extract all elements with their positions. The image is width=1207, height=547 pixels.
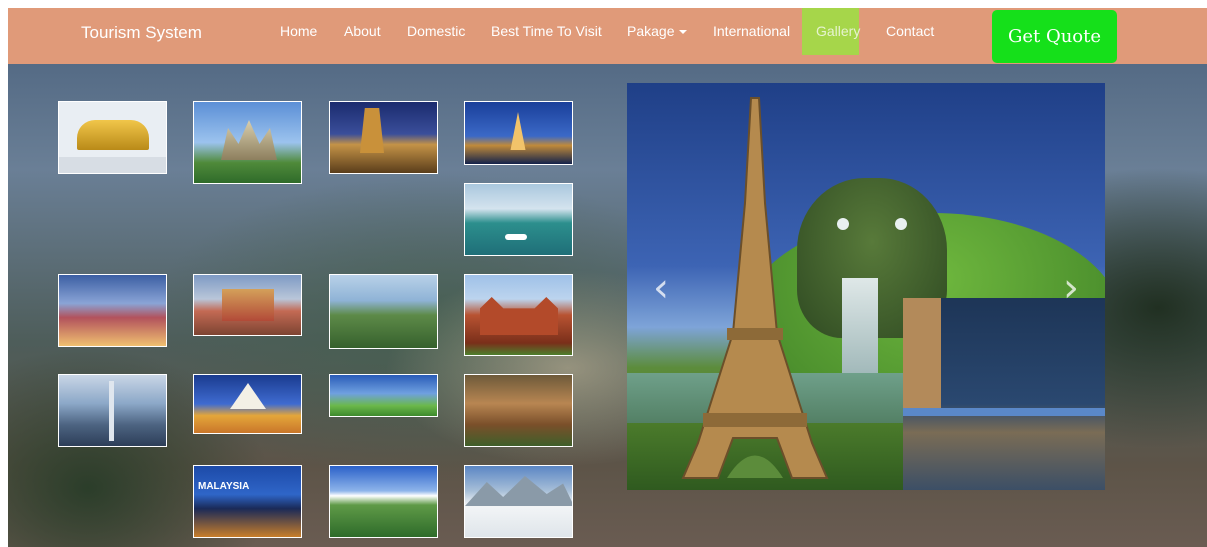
- gallery-carousel[interactable]: ‹ ›: [627, 83, 1105, 490]
- gallery-thumbnail-wat-arun[interactable]: [464, 101, 573, 165]
- caret-down-icon: [679, 30, 688, 35]
- gallery-thumbnail-dubai-skyline[interactable]: [58, 374, 167, 447]
- speedboat: [505, 234, 527, 240]
- bridge-tower: [903, 298, 941, 408]
- burj-khalifa: [109, 381, 114, 441]
- carousel-tower-bridge: [903, 298, 1105, 490]
- red-fort-walls: [480, 297, 558, 335]
- gallery-thumbnail-harbour[interactable]: [464, 183, 573, 256]
- gallery-thumbnail-golden-temple[interactable]: [58, 101, 167, 174]
- gallery-thumbnail-culture-collage[interactable]: [464, 374, 573, 447]
- nav-home[interactable]: Home: [267, 8, 330, 55]
- nav-gallery[interactable]: Gallery: [802, 8, 860, 55]
- gallery-thumbnail-malaysia[interactable]: MALAYSIA: [193, 465, 302, 538]
- gopuram-tower: [360, 108, 384, 153]
- wat-arun-spire: [510, 112, 526, 150]
- chevron-right-icon: ›: [1063, 265, 1079, 311]
- nav-best-time-to-visit[interactable]: Best Time To Visit: [478, 8, 615, 55]
- page-background: Tourism System Home About Domestic Best …: [8, 8, 1207, 547]
- chevron-left-icon: ‹: [653, 265, 669, 311]
- gallery-thumbnail-city-night[interactable]: [58, 274, 167, 347]
- nav-about[interactable]: About: [331, 8, 394, 55]
- gallery-thumbnail-snow-mountains[interactable]: [464, 465, 573, 538]
- gallery-thumbnail-bangkok-palace[interactable]: [193, 101, 302, 184]
- malaysia-caption: MALAYSIA: [198, 481, 250, 492]
- gallery-thumbnail-red-fort[interactable]: [464, 274, 573, 356]
- palace-spires: [221, 120, 277, 160]
- lotus-temple: [230, 383, 266, 409]
- nav-pakage-dropdown[interactable]: Pakage: [614, 8, 700, 55]
- gallery-thumbnail-travel-banner[interactable]: [329, 374, 438, 417]
- brand-logo-text[interactable]: Tourism System: [81, 23, 202, 43]
- gallery-thumbnail-south-temple[interactable]: [329, 101, 438, 174]
- navbar: Tourism System Home About Domestic Best …: [8, 8, 1207, 64]
- snow-peaks: [465, 476, 572, 506]
- nav-pakage-label: Pakage: [627, 23, 675, 39]
- nav-contact[interactable]: Contact: [873, 8, 947, 55]
- golden-temple-shape: [77, 120, 149, 150]
- nav-domestic[interactable]: Domestic: [394, 8, 478, 55]
- carousel-next-button[interactable]: ›: [1051, 268, 1091, 308]
- gallery-thumbnail-hill-station[interactable]: [329, 465, 438, 538]
- badrinath-temple: [222, 289, 274, 321]
- water-reflection: [59, 157, 166, 173]
- carousel-prev-button[interactable]: ‹: [641, 268, 681, 308]
- get-quote-button[interactable]: Get Quote: [992, 10, 1117, 63]
- gallery-thumbnail-green-hills[interactable]: [329, 274, 438, 349]
- gallery-thumbnail-badrinath[interactable]: [193, 274, 302, 336]
- gallery-thumbnail-india-collage[interactable]: [193, 374, 302, 434]
- bridge-deck: [903, 408, 1105, 416]
- nav-international[interactable]: International: [700, 8, 803, 55]
